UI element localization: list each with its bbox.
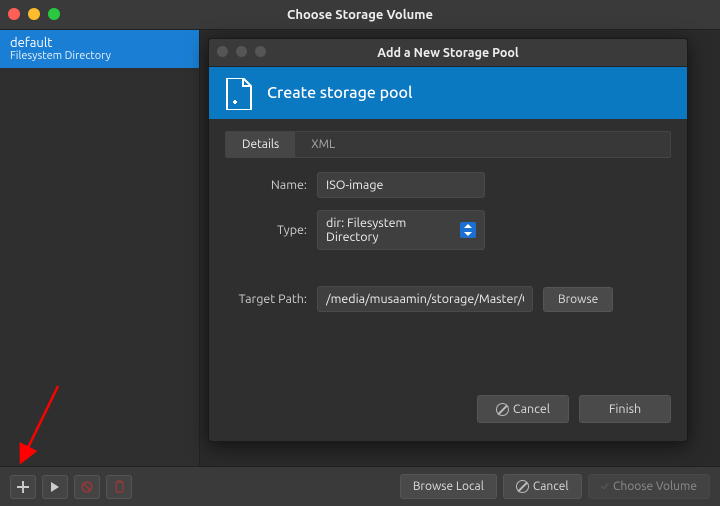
name-input[interactable]: [317, 172, 485, 198]
plus-icon: [17, 481, 29, 493]
type-select[interactable]: dir: Filesystem Directory: [317, 210, 485, 250]
row-target-path: Target Path: Browse: [225, 286, 671, 312]
pool-form: Name: Type: dir: Filesystem Directory Ta…: [225, 172, 671, 312]
dialog-finish-label: Finish: [609, 402, 641, 416]
dialog-banner-title: Create storage pool: [267, 84, 412, 102]
add-pool-button[interactable]: [10, 475, 36, 499]
dialog-traffic-lights: [217, 46, 266, 57]
type-label: Type:: [225, 223, 307, 237]
dialog-finish-button[interactable]: Finish: [579, 395, 671, 423]
dialog-close-icon[interactable]: [217, 46, 228, 57]
dialog-body: Details XML Name: Type: dir: Filesystem …: [209, 119, 687, 381]
window-title: Choose Storage Volume: [287, 8, 433, 22]
row-name: Name:: [225, 172, 671, 198]
dialog-tabs: Details XML: [225, 131, 671, 158]
close-window-icon[interactable]: [8, 8, 20, 20]
cancel-button[interactable]: Cancel: [503, 474, 582, 499]
sidebar-item-default[interactable]: default Filesystem Directory: [0, 30, 199, 68]
dialog-banner: Create storage pool: [209, 67, 687, 119]
dialog-titlebar: Add a New Storage Pool: [209, 39, 687, 67]
minimize-window-icon[interactable]: [28, 8, 40, 20]
tab-xml[interactable]: XML: [295, 132, 351, 157]
browse-button[interactable]: Browse: [543, 287, 613, 312]
dialog-maximize-icon[interactable]: [255, 46, 266, 57]
window-traffic-lights: [8, 8, 60, 20]
dialog-title: Add a New Storage Pool: [377, 46, 518, 60]
check-icon: ✓: [601, 480, 609, 493]
browse-local-button[interactable]: Browse Local: [400, 474, 497, 499]
target-path-input[interactable]: [317, 286, 533, 312]
sidebar-item-sub: Filesystem Directory: [10, 50, 189, 62]
choose-volume-label: Choose Volume: [613, 480, 697, 493]
dialog-footer: Cancel Finish: [209, 381, 687, 441]
trash-icon: [114, 480, 125, 493]
target-path-label: Target Path:: [225, 292, 307, 306]
maximize-window-icon[interactable]: [48, 8, 60, 20]
cancel-icon: [516, 480, 529, 493]
sidebar-item-name: default: [10, 36, 189, 50]
dialog-minimize-icon[interactable]: [236, 46, 247, 57]
browse-local-label: Browse Local: [413, 480, 484, 493]
choose-volume-button: ✓ Choose Volume: [588, 474, 710, 499]
document-plus-icon: [225, 78, 253, 108]
chevron-updown-icon: [460, 222, 476, 238]
type-value: dir: Filesystem Directory: [326, 216, 460, 244]
stop-icon: [81, 481, 93, 493]
storage-pool-sidebar: default Filesystem Directory: [0, 30, 200, 466]
tab-details[interactable]: Details: [226, 132, 295, 157]
cancel-label: Cancel: [533, 480, 569, 493]
start-pool-button[interactable]: [42, 475, 68, 499]
window-titlebar: Choose Storage Volume: [0, 0, 720, 30]
play-icon: [50, 482, 60, 492]
dialog-cancel-button[interactable]: Cancel: [477, 395, 569, 423]
delete-pool-button[interactable]: [106, 475, 132, 499]
stop-pool-button[interactable]: [74, 475, 100, 499]
row-type: Type: dir: Filesystem Directory: [225, 210, 671, 250]
window-footer: Browse Local Cancel ✓ Choose Volume: [0, 466, 720, 506]
cancel-icon: [496, 403, 509, 416]
dialog-cancel-label: Cancel: [513, 402, 550, 416]
add-storage-pool-dialog: Add a New Storage Pool Create storage po…: [208, 38, 688, 442]
name-label: Name:: [225, 178, 307, 192]
